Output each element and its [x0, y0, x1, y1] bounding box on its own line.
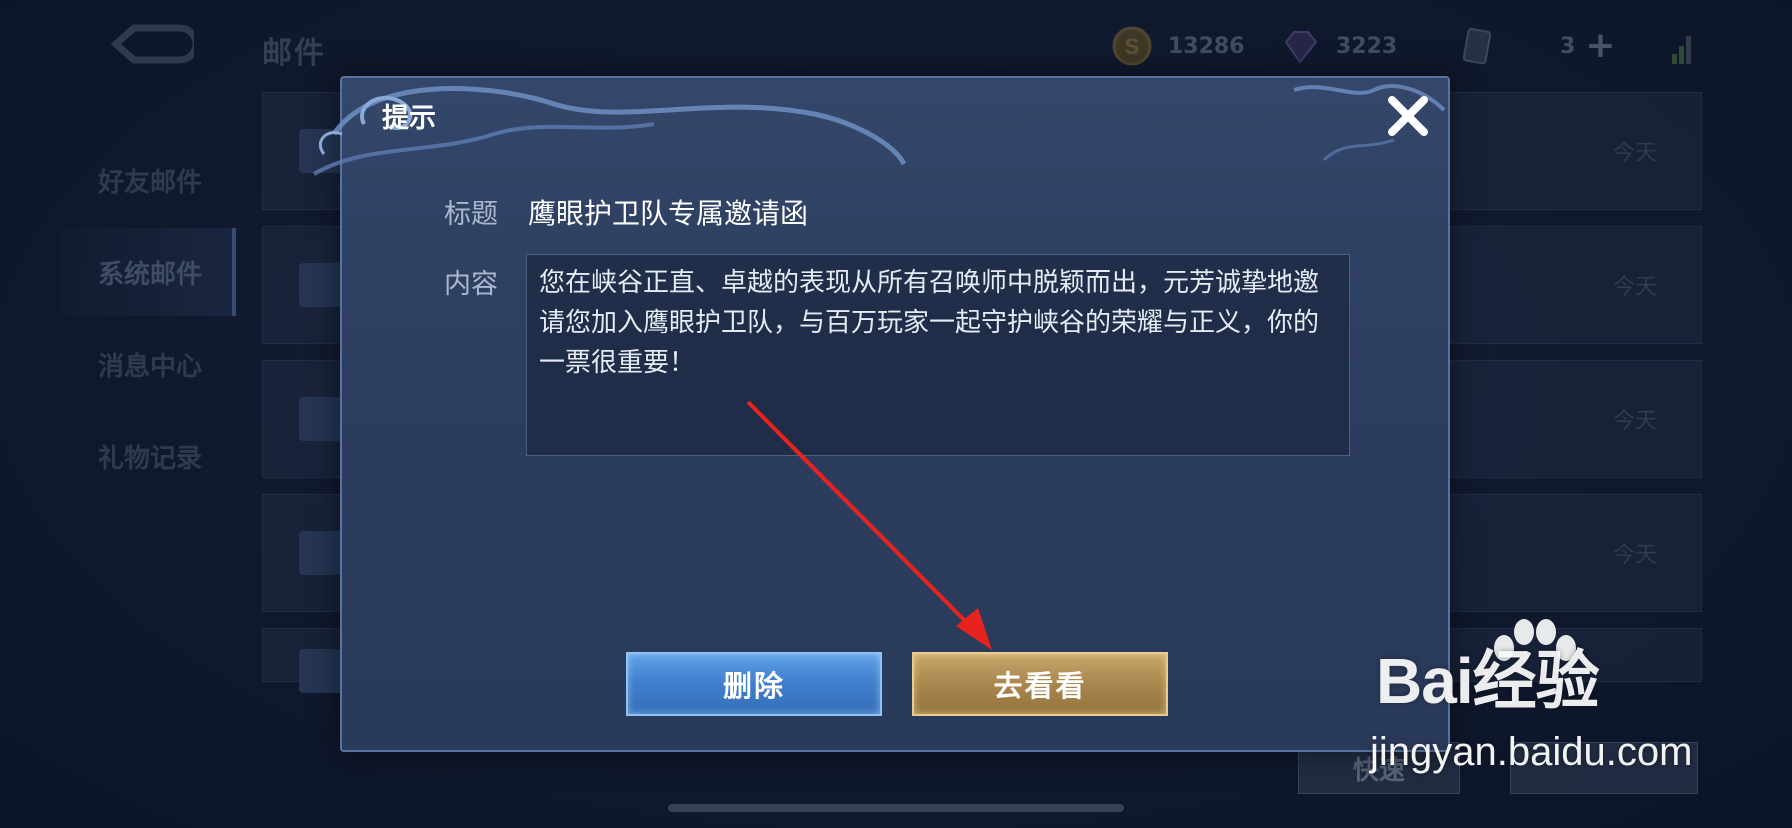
delete-button[interactable]: 删除	[626, 652, 882, 716]
prompt-dialog: 提示 标题 鹰眼护卫队专属邀请函 内容 您在峡谷正直、卓越的表现从所有召唤师中脱…	[312, 76, 1450, 752]
delete-button-label: 删除	[722, 669, 785, 703]
subject-label: 标题	[444, 199, 498, 230]
subject-value: 鹰眼护卫队专属邀请函	[528, 197, 809, 230]
dialog-title: 提示	[382, 103, 436, 134]
go-see-button-label: 去看看	[993, 669, 1087, 703]
watermark-url: jingyan.baidu.com	[1370, 730, 1693, 774]
close-icon[interactable]	[1382, 90, 1434, 142]
go-see-button[interactable]: 去看看	[912, 652, 1168, 716]
watermark-brand: Bai经验	[1376, 645, 1600, 717]
baidu-watermark: Bai经验 jingyan.baidu.com	[1370, 619, 1716, 800]
content-label: 内容	[444, 269, 498, 300]
content-textbox: 您在峡谷正直、卓越的表现从所有召唤师中脱颖而出，元芳诚挚地邀请您加入鹰眼护卫队，…	[526, 254, 1350, 456]
